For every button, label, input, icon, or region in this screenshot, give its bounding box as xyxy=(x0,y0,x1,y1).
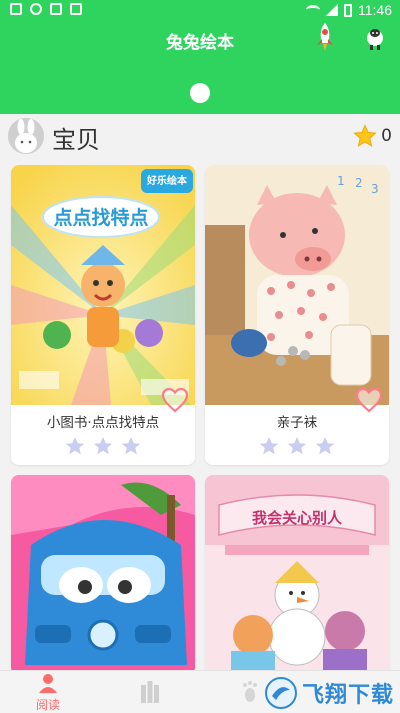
rating-star-icon xyxy=(315,436,335,455)
watermark-logo-icon xyxy=(264,677,297,709)
tab-read-label: 阅读 xyxy=(35,698,60,712)
tab-bookshelf[interactable] xyxy=(110,671,190,713)
star-counter: 0 xyxy=(353,124,392,148)
notification-icon xyxy=(10,3,22,15)
wifi-icon xyxy=(306,5,320,15)
rating-stars xyxy=(11,435,195,457)
status-right-icons: 11:46 xyxy=(306,2,392,18)
rating-star-icon xyxy=(287,436,307,455)
reader-icon xyxy=(39,674,57,693)
sheep-icon[interactable] xyxy=(364,25,386,51)
status-time: 11:46 xyxy=(358,2,392,18)
book-cover[interactable] xyxy=(11,475,195,675)
tab-read[interactable]: 阅读 xyxy=(8,671,88,713)
battery-icon xyxy=(344,3,352,17)
book-cover[interactable]: 1 2 3 xyxy=(205,165,389,405)
status-bar: 11:46 xyxy=(0,0,400,20)
rating-stars xyxy=(205,435,389,457)
book-card[interactable]: 1 2 3 亲子袜 xyxy=(205,165,389,465)
favorite-heart-icon[interactable] xyxy=(355,387,383,413)
book-title: 亲子袜 xyxy=(276,415,318,431)
book-cover-art: 1 2 3 xyxy=(205,165,389,405)
rocket-icon[interactable] xyxy=(314,22,336,52)
page-indicator-dot xyxy=(190,83,210,103)
favorite-heart-icon[interactable] xyxy=(161,387,189,413)
book-card[interactable] xyxy=(11,475,195,675)
status-left-icons xyxy=(10,3,82,15)
cover-title: 我会关心别人 xyxy=(251,509,342,527)
rating-star-icon xyxy=(121,436,141,455)
footprint-icon xyxy=(243,681,257,702)
svg-text:1: 1 xyxy=(337,174,345,188)
cover-title: 点点找特点 xyxy=(53,207,149,229)
rating-star-icon xyxy=(259,436,279,455)
watermark-text: 飞翔下载 xyxy=(301,683,394,708)
media-icon xyxy=(70,3,82,15)
app-title: 兔兔绘本 xyxy=(166,33,234,53)
avatar[interactable] xyxy=(8,118,44,154)
book-title: 小图书·点点找特点 xyxy=(46,415,160,431)
book-cover-art xyxy=(11,475,195,675)
bookshelf-icon xyxy=(141,681,159,703)
bottom-nav: 阅读 飞翔下载 xyxy=(0,670,400,713)
app-notification-icon xyxy=(50,3,62,15)
book-cover-art xyxy=(205,475,389,675)
series-badge: 好乐绘本 xyxy=(147,176,187,187)
app-header: 11:46 兔兔绘本 xyxy=(0,0,400,114)
sync-icon xyxy=(30,3,42,15)
book-cover-art xyxy=(11,165,195,405)
svg-text:3: 3 xyxy=(371,182,379,196)
watermark: 飞翔下载 xyxy=(264,673,394,713)
star-count-value: 0 xyxy=(381,126,392,146)
profile-name[interactable]: 宝贝 xyxy=(52,120,100,155)
rating-star-icon xyxy=(65,436,85,455)
star-icon xyxy=(353,124,377,147)
book-card[interactable]: 好乐绘本 点点找特点 小图书·点点找特点 xyxy=(11,165,195,465)
profile-row: 宝贝 0 xyxy=(0,114,400,158)
book-cover[interactable]: 好乐绘本 点点找特点 xyxy=(11,165,195,405)
bunny-avatar-icon xyxy=(8,118,44,154)
signal-icon xyxy=(326,4,338,16)
rating-star-icon xyxy=(93,436,113,455)
svg-text:2: 2 xyxy=(355,176,363,190)
book-card[interactable]: 我会关心别人 xyxy=(205,475,389,675)
book-cover[interactable]: 我会关心别人 xyxy=(205,475,389,675)
